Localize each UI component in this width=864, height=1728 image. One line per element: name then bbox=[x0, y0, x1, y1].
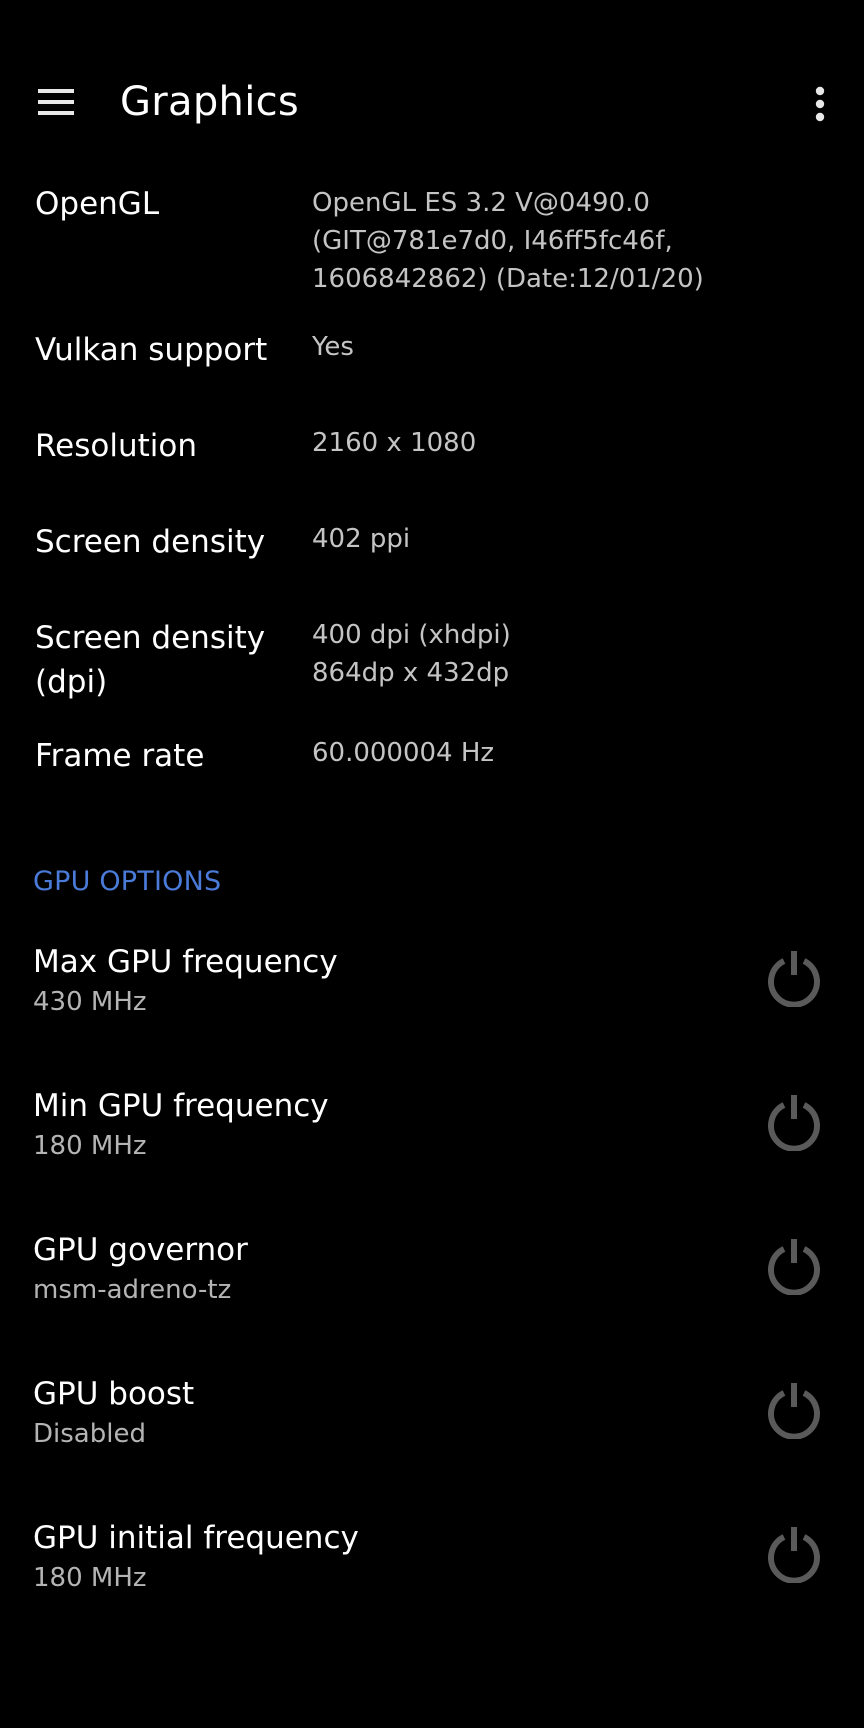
info-label: Screen density bbox=[35, 524, 266, 560]
info-value: 402 ppi bbox=[312, 520, 842, 558]
info-label-line: Screen density bbox=[35, 620, 266, 656]
power-icon bbox=[768, 951, 820, 1007]
option-value: 180 MHz bbox=[33, 1131, 147, 1161]
info-label: Screen density (dpi) bbox=[35, 616, 295, 704]
option-value: 180 MHz bbox=[33, 1563, 147, 1593]
info-value-line: 60.000004 Hz bbox=[312, 738, 495, 768]
app-bar: Graphics bbox=[0, 0, 864, 208]
power-icon bbox=[768, 1095, 820, 1151]
gpu-option-governor[interactable]: GPU governor msm-adreno-tz bbox=[0, 1228, 864, 1368]
option-title: GPU governor bbox=[33, 1232, 248, 1268]
gpu-option-min-frequency[interactable]: Min GPU frequency 180 MHz bbox=[0, 1084, 864, 1224]
info-value: 60.000004 Hz bbox=[312, 734, 842, 772]
info-label: Vulkan support bbox=[35, 332, 268, 368]
option-value: 430 MHz bbox=[33, 987, 147, 1017]
option-title: Min GPU frequency bbox=[33, 1088, 329, 1124]
gpu-option-boost[interactable]: GPU boost Disabled bbox=[0, 1372, 864, 1512]
info-value-line: 1606842862) (Date:12/01/20) bbox=[312, 264, 704, 294]
info-value-line: 402 ppi bbox=[312, 524, 411, 554]
info-value-line: 400 dpi (xhdpi) bbox=[312, 620, 511, 650]
info-value: Yes bbox=[312, 328, 842, 366]
option-title: Max GPU frequency bbox=[33, 944, 338, 980]
info-value-line: Yes bbox=[312, 332, 354, 362]
info-value-line: (GIT@781e7d0, I46ff5fc46f, bbox=[312, 226, 673, 256]
apply-on-boot-toggle[interactable] bbox=[764, 1524, 824, 1584]
apply-on-boot-toggle[interactable] bbox=[764, 1092, 824, 1152]
info-value: 2160 x 1080 bbox=[312, 424, 842, 462]
power-icon bbox=[768, 1239, 820, 1295]
power-icon bbox=[768, 1527, 820, 1583]
option-title: GPU boost bbox=[33, 1376, 195, 1412]
option-title: GPU initial frequency bbox=[33, 1520, 359, 1556]
power-icon bbox=[768, 1383, 820, 1439]
info-label-line: (dpi) bbox=[35, 664, 108, 700]
info-value: OpenGL ES 3.2 V@0490.0 (GIT@781e7d0, I46… bbox=[312, 184, 842, 298]
info-value-line: OpenGL ES 3.2 V@0490.0 bbox=[312, 188, 650, 218]
info-label: Frame rate bbox=[35, 738, 205, 774]
info-value-line: 2160 x 1080 bbox=[312, 428, 477, 458]
apply-on-boot-toggle[interactable] bbox=[764, 1236, 824, 1296]
info-label: Resolution bbox=[35, 428, 197, 464]
info-value-line: 864dp x 432dp bbox=[312, 658, 510, 688]
menu-button[interactable] bbox=[24, 74, 88, 130]
gpu-option-initial-frequency[interactable]: GPU initial frequency 180 MHz bbox=[0, 1516, 864, 1656]
option-value: Disabled bbox=[33, 1419, 146, 1449]
apply-on-boot-toggle[interactable] bbox=[764, 948, 824, 1008]
page-title: Graphics bbox=[120, 79, 300, 125]
info-label: OpenGL bbox=[35, 186, 160, 222]
info-value: 400 dpi (xhdpi) 864dp x 432dp bbox=[312, 616, 842, 692]
apply-on-boot-toggle[interactable] bbox=[764, 1380, 824, 1440]
more-vertical-icon bbox=[815, 86, 825, 122]
hamburger-menu-icon bbox=[38, 89, 74, 115]
overflow-menu-button[interactable] bbox=[800, 80, 840, 128]
section-header-gpu-options: GPU OPTIONS bbox=[33, 866, 222, 897]
gpu-option-max-frequency[interactable]: Max GPU frequency 430 MHz bbox=[0, 940, 864, 1080]
option-value: msm-adreno-tz bbox=[33, 1275, 232, 1305]
